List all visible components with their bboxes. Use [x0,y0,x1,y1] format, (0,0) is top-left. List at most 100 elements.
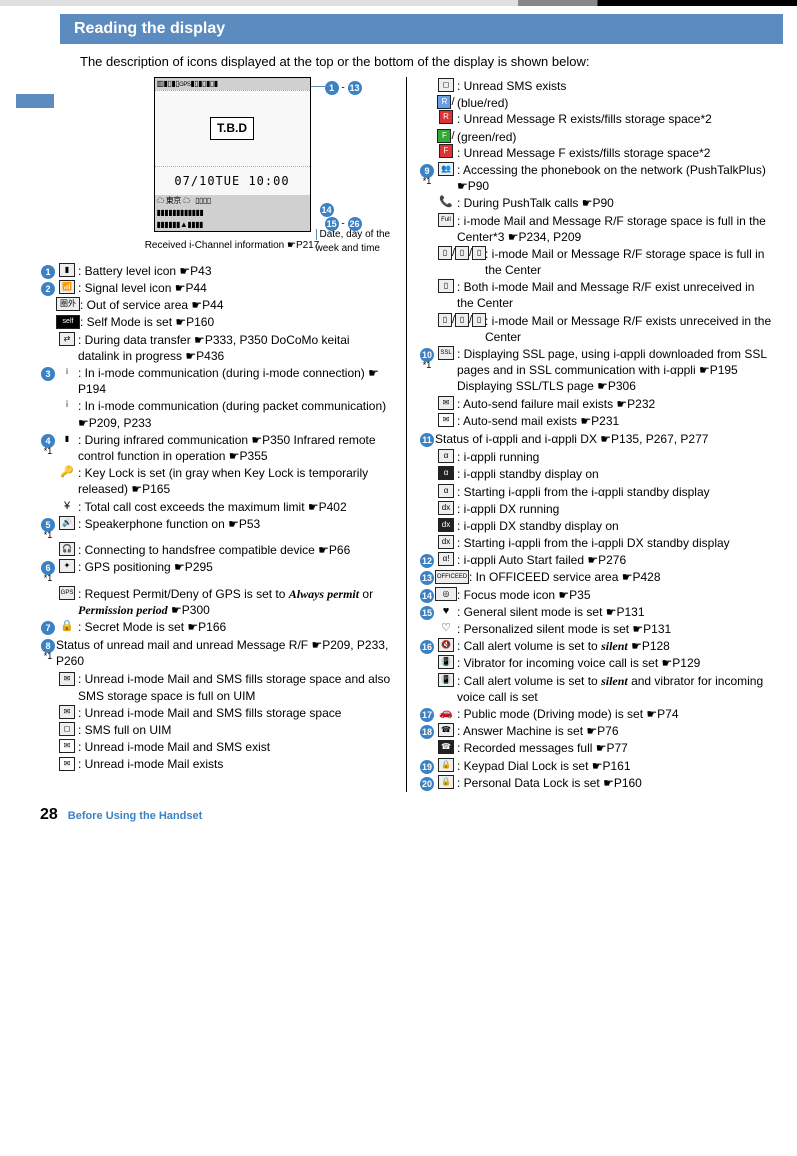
phone-bottom-1: ▮▮▮▮▮▮▮▮▮▮▮▮ [155,207,310,219]
iappli-autostart-fail-icon: α! [438,552,454,566]
item-11f: dx: Starting i-αppli from the i-αppli DX… [419,535,773,551]
silent-general-icon: ♥ [443,605,450,617]
phone-diagram: ▥▮▯▮▯GPS▮▯▮▯▮▯▮ T.B.D 07/10TUE 10:00 ☁ 東… [70,77,394,253]
cost-limit-icon: ¥ [64,500,70,512]
left-column: ▥▮▯▮▯GPS▮▯▮▯▮▯▮ T.B.D 07/10TUE 10:00 ☁ 東… [40,77,407,792]
ssl-icon: SSL [438,346,454,360]
item-13: 13 OFFICEED : In OFFICEED service area ☛… [419,569,773,585]
data-transfer-icon: ⇄ [59,332,75,346]
item-msg-f: F/F (green/red): Unread Message F exists… [419,129,773,161]
personal-data-lock-icon: 🔒 [438,775,454,789]
item-18b: ☎ : Recorded messages full ☛P77 [419,740,773,756]
msg-f-red-icon: F [439,144,453,158]
vibrator-icon: 📳 [438,655,454,669]
center-full-a-icon: ▯ [438,246,452,260]
iappli-standby-icon: α [438,466,454,480]
volume-silent-icon: 🔇 [438,638,454,652]
center-full-b-icon: ▯ [455,246,469,260]
item-8d: ✉ : Unread i-mode Mail and SMS exist [40,739,394,755]
item-9e: ▯ : Both i-mode Mail and Message R/F exi… [419,279,773,311]
item-11e: dx: i-αppli DX standby display on [419,518,773,534]
gps-permit-icon: GPS [59,586,75,600]
item-9a: 9*1 👥 : Accessing the phonebook on the n… [419,162,773,194]
msg-f-green-icon: F [437,129,451,143]
side-tab [16,94,54,108]
item-11c: α: Starting i-αppli from the i-αppli sta… [419,484,773,500]
secret-mode-icon: 🔒 [60,620,74,632]
page-number: 28 [40,806,58,824]
item-2d: ⇄ : During data transfer ☛P333, P350 DoC… [40,332,394,364]
item-11a: α: i-αppli running [419,449,773,465]
item-4b: 🔑 : Key Lock is set (in gray when Key Lo… [40,465,394,497]
battery-icon: ▮ [59,263,75,277]
autosend-fail-icon: ✉ [438,396,454,410]
item-5b: 🎧 : Connecting to handsfree compatible d… [40,542,394,558]
item-2c: self : Self Mode is set ☛P160 [40,314,394,330]
intro-text: The description of icons displayed at th… [80,54,757,69]
item-12: 12 α! : i-αppli Auto Start failed ☛P276 [419,552,773,568]
callout-1-13: 1 - 13 [325,81,362,95]
item-14: 14 ◎ : Focus mode icon ☛P35 [419,587,773,603]
item-5a: 5*1 🔊 : Speakerphone function on ☛P53 [40,516,394,541]
center-unrec-b-icon: ▯ [455,313,469,327]
item-11d: dx: i-αppli DX running [419,501,773,517]
item-4a: 4*1 ▮ : During infrared communication ☛P… [40,432,394,464]
iappli-dx-standby-icon: dx [438,518,454,532]
item-10c: ✉ : Auto-send mail exists ☛P231 [419,413,773,429]
callout-14: 14 [320,203,334,217]
item-3b: i̇ : In i-mode communication (during pac… [40,398,394,430]
item-9b: 📞 : During PushTalk calls ☛P90 [419,195,773,211]
silent-personal-icon: ♡ [441,622,451,634]
keypad-lock-icon: 🔒 [438,758,454,772]
item-16a: 16 🔇 : Call alert volume is set to silen… [419,638,773,654]
item-3a: 3 i : In i-mode communication (during i-… [40,365,394,397]
imode-conn-icon: i [60,366,74,378]
item-9d: ▯/▯/▯ : i-mode Mail or Message R/F stora… [419,246,773,278]
item-8-head: 8*1 Status of unread mail and unread Mes… [40,637,394,669]
item-10a: 10*1 SSL : Displaying SSL page, using i-… [419,346,773,395]
iappli-start-standby-icon: α [438,484,454,498]
driving-mode-icon: 🚗 [439,707,453,719]
main-columns: ▥▮▯▮▯GPS▮▯▮▯▮▯▮ T.B.D 07/10TUE 10:00 ☁ 東… [40,77,773,792]
item-4c: ¥ : Total call cost exceeds the maximum … [40,499,394,515]
page-footer: 28 Before Using the Handset [40,806,797,824]
item-19: 19 🔒 : Keypad Dial Lock is set ☛P161 [419,758,773,774]
gps-icon: ✦ [59,559,75,573]
unread-sms-icon: ◻ [438,78,454,92]
page-top-gradient [0,0,797,6]
iappli-dx-run-icon: dx [438,501,454,515]
iappli-run-icon: α [438,449,454,463]
item-8b: ✉ : Unread i-mode Mail and SMS fills sto… [40,705,394,721]
item-2b: 圏外 : Out of service area ☛P44 [40,297,394,313]
item-9c: Full : i-mode Mail and Message R/F stora… [419,213,773,245]
item-18a: 18 ☎ : Answer Machine is set ☛P76 [419,723,773,739]
mail-full-uim-icon: ✉ [59,672,75,686]
keylock-icon: 🔑 [60,466,74,478]
item-6a: 6*1 ✦ : GPS positioning ☛P295 [40,559,394,584]
speakerphone-icon: 🔊 [59,516,75,530]
item-1: 1 ▮ : Battery level icon ☛P43 [40,263,394,279]
mail-full-icon: ✉ [59,705,75,719]
date-annotation: Date, day of the week and time [316,228,396,255]
signal-icon: 📶 [59,280,75,294]
self-mode-icon: self [56,315,80,329]
item-sms: ◻ : Unread SMS exists [419,78,773,94]
unread-mail-icon: ✉ [59,757,75,771]
item-8c: ◻ : SMS full on UIM [40,722,394,738]
focus-mode-icon: ◎ [435,587,457,601]
center-full-all-icon: Full [438,213,454,227]
section-header: Reading the display [60,14,783,44]
iappli-dx-start-icon: dx [438,535,454,549]
item-9f: ▯/▯/▯ : i-mode Mail or Message R/F exist… [419,313,773,345]
right-column: ◻ : Unread SMS exists R/R (blue/red): Un… [407,77,773,792]
phone-time: 07/10TUE 10:00 [155,167,310,195]
phone-status-top: ▥▮▯▮▯GPS▮▯▮▯▮▯▮ [155,78,310,90]
item-msg-r: R/R (blue/red): Unread Message R exists/… [419,95,773,127]
autosend-icon: ✉ [438,413,454,427]
item-8e: ✉ : Unread i-mode Mail exists [40,756,394,772]
item-8a: ✉ : Unread i-mode Mail and SMS fills sto… [40,671,394,703]
center-unrec-c-icon: ▯ [472,313,486,327]
sms-full-uim-icon: ◻ [59,722,75,736]
item-16c: 📳 : Call alert volume is set to silent a… [419,673,773,705]
officeed-icon: OFFICEED [435,570,469,584]
